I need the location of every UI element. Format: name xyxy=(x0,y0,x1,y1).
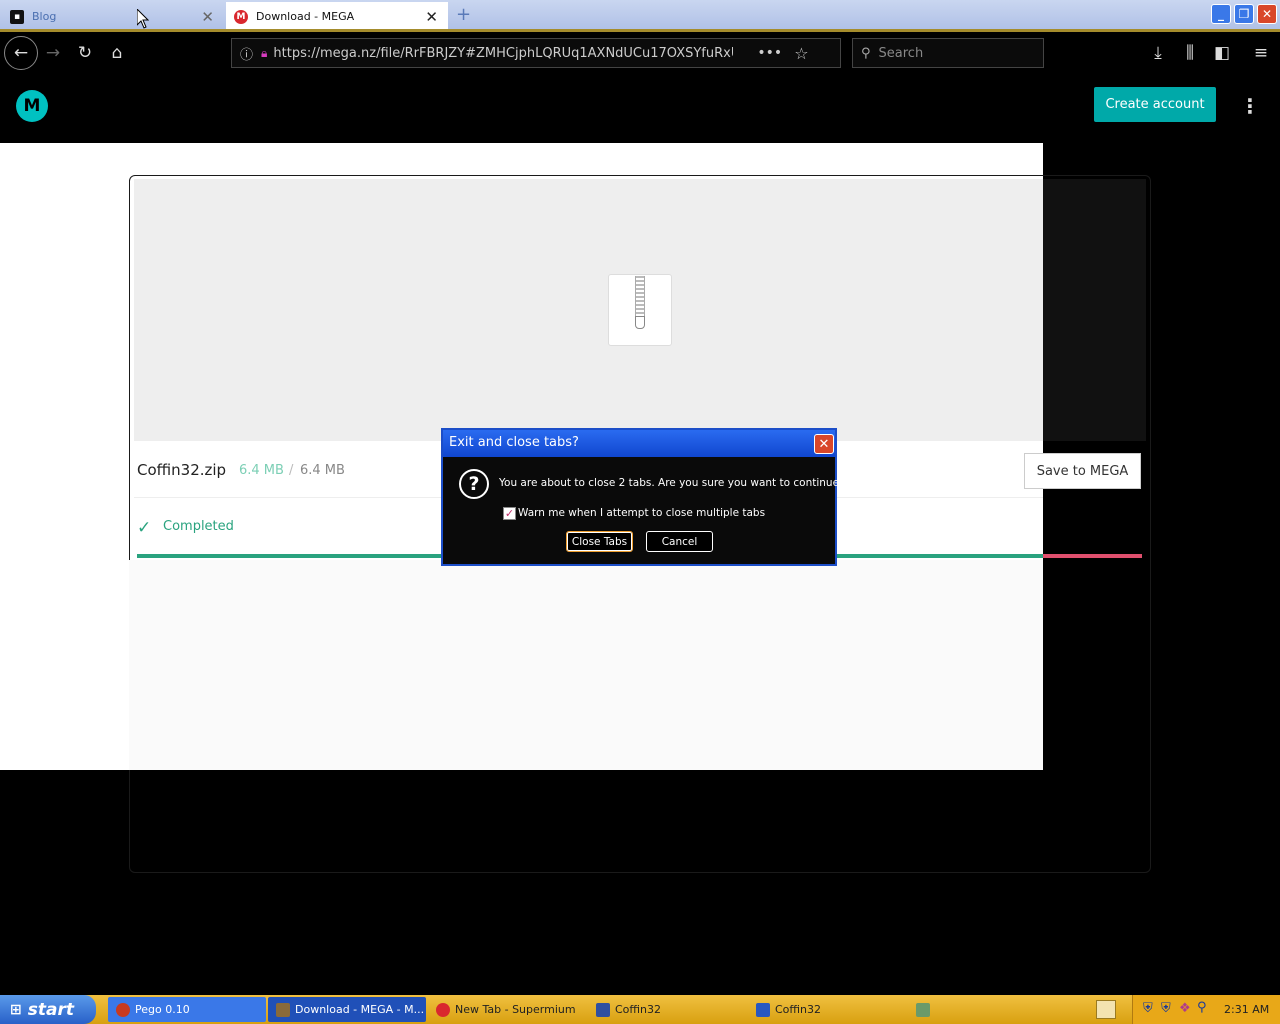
tab-label: Blog xyxy=(32,10,57,23)
taskbar-item-coffin32-folder[interactable]: Coffin32 xyxy=(748,997,906,1022)
mega-logo[interactable]: M xyxy=(16,90,48,122)
back-arrow-icon[interactable]: ← xyxy=(4,36,38,70)
start-label: start xyxy=(27,999,74,1020)
taskbar-item-label: Coffin32 xyxy=(615,1003,662,1016)
restore-icon[interactable]: ❐ xyxy=(1234,4,1254,24)
taskbar-item-label: Download - MEGA - M... xyxy=(295,1003,425,1016)
dialog-message: You are about to close 2 tabs. Are you s… xyxy=(499,477,845,489)
warn-checkbox[interactable]: ✓ xyxy=(503,507,516,520)
taskbar-item-label: Coffin32 xyxy=(775,1003,822,1016)
library-icon[interactable]: ⫼ xyxy=(1177,40,1203,66)
close-tab-icon[interactable]: ✕ xyxy=(201,8,214,26)
search-placeholder: Search xyxy=(878,45,924,61)
downloaded-size: 6.4 MB xyxy=(239,463,284,478)
keyboard-icon[interactable] xyxy=(1096,1000,1116,1019)
shield-icon[interactable]: ⛨ xyxy=(1143,1001,1153,1016)
reload-icon[interactable]: ↻ xyxy=(72,40,98,66)
installer-icon xyxy=(596,1002,610,1017)
warn-checkbox-label[interactable]: Warn me when I attempt to close multiple… xyxy=(518,507,765,519)
checkmark-icon: ✓ xyxy=(137,518,152,538)
more-options-icon[interactable]: ⋮ xyxy=(1240,94,1260,118)
taskbar-item-label: Pego 0.10 xyxy=(135,1003,190,1016)
taskbar-item-label: New Tab - Supermium xyxy=(455,1003,576,1016)
clock: 2:31 AM xyxy=(1224,1003,1270,1016)
app-icon xyxy=(916,1002,930,1017)
close-tabs-button[interactable]: Close Tabs xyxy=(566,531,633,552)
search-bar[interactable]: ⚲ Search xyxy=(852,38,1044,68)
home-icon[interactable]: ⌂ xyxy=(104,40,130,66)
taskbar-item-new-tab[interactable]: New Tab - Supermium xyxy=(428,997,586,1022)
windows-logo-icon: ⊞ xyxy=(10,1001,22,1018)
forward-arrow-icon[interactable]: → xyxy=(40,40,66,66)
taskbar-item-coffin32-installer[interactable]: Coffin32 xyxy=(588,997,746,1022)
question-icon: ? xyxy=(459,469,489,499)
size-separator: / xyxy=(289,463,294,478)
taskbar-item-download-mega[interactable]: Download - MEGA - M... xyxy=(268,997,426,1022)
mega-favicon-icon: M xyxy=(234,9,248,24)
browser-tab-bar: ▪ Blog ✕ M Download - MEGA ✕ + _ ❐ ✕ xyxy=(0,0,1280,32)
folder-icon xyxy=(756,1002,770,1017)
zipper-pull-icon xyxy=(635,316,645,329)
tab-label: Download - MEGA xyxy=(256,10,355,23)
file-preview xyxy=(134,179,1043,441)
browser-icon xyxy=(276,1002,290,1017)
create-account-button[interactable]: Create account xyxy=(1094,87,1216,122)
search-tray-icon[interactable]: ⚲ xyxy=(1197,1000,1207,1015)
info-icon[interactable]: ⓘ xyxy=(240,44,253,63)
lock-icon[interactable]: 🔒︎ xyxy=(261,46,267,61)
zipper-icon xyxy=(635,276,645,320)
taskbar-item-app[interactable] xyxy=(908,997,1066,1022)
supermium-icon xyxy=(436,1002,450,1017)
sidebar-icon[interactable]: ◧ xyxy=(1209,40,1235,66)
progress-bar-end xyxy=(1043,554,1142,558)
download-status: Completed xyxy=(163,519,234,534)
save-to-mega-button[interactable]: Save to MEGA xyxy=(1024,453,1141,489)
tab-download-mega[interactable]: M Download - MEGA ✕ xyxy=(226,2,448,31)
blog-favicon-icon: ▪ xyxy=(10,9,24,24)
bookmark-star-icon[interactable]: ☆ xyxy=(794,44,808,63)
page-actions-icon[interactable]: ••• xyxy=(757,45,782,61)
dialog-close-icon[interactable]: ✕ xyxy=(814,434,834,454)
security-icon[interactable]: ⛨ xyxy=(1161,1001,1171,1016)
total-size: 6.4 MB xyxy=(300,463,345,478)
url-text[interactable]: https://mega.nz/file/RrFBRJZY#ZMHCjphLQR… xyxy=(273,46,733,61)
window-close-icon[interactable]: ✕ xyxy=(1257,4,1277,24)
tab-blog[interactable]: ▪ Blog ✕ xyxy=(2,3,224,30)
mega-header: M Create account ⋮ xyxy=(0,74,1280,138)
file-name: Coffin32.zip xyxy=(137,461,227,479)
menu-icon[interactable]: ≡ xyxy=(1248,40,1274,66)
close-tab-icon[interactable]: ✕ xyxy=(425,8,438,26)
downloads-icon[interactable]: ⤓ xyxy=(1145,40,1171,66)
minimize-icon[interactable]: _ xyxy=(1211,4,1231,24)
search-icon: ⚲ xyxy=(861,45,871,61)
mouse-cursor-icon xyxy=(137,9,149,29)
url-bar[interactable]: ⓘ 🔒︎ https://mega.nz/file/RrFBRJZY#ZMHCj… xyxy=(231,38,841,68)
lower-panel xyxy=(129,560,1043,770)
taskbar-item-pego[interactable]: Pego 0.10 xyxy=(108,997,266,1022)
network-icon[interactable]: ❖ xyxy=(1179,1001,1191,1016)
file-preview-edge xyxy=(1043,179,1146,441)
new-tab-button[interactable]: + xyxy=(456,4,471,25)
taskbar: ⊞ start Pego 0.10 Download - MEGA - M...… xyxy=(0,995,1280,1024)
pego-icon xyxy=(116,1002,130,1017)
cancel-button[interactable]: Cancel xyxy=(646,531,713,552)
start-button[interactable]: ⊞ start xyxy=(0,995,96,1024)
dialog-title: Exit and close tabs? xyxy=(443,430,835,457)
exit-close-tabs-dialog: Exit and close tabs? ✕ ? You are about t… xyxy=(441,428,845,566)
navigation-bar: ← → ↻ ⌂ ⓘ 🔒︎ https://mega.nz/file/RrFBRJ… xyxy=(0,32,1280,74)
